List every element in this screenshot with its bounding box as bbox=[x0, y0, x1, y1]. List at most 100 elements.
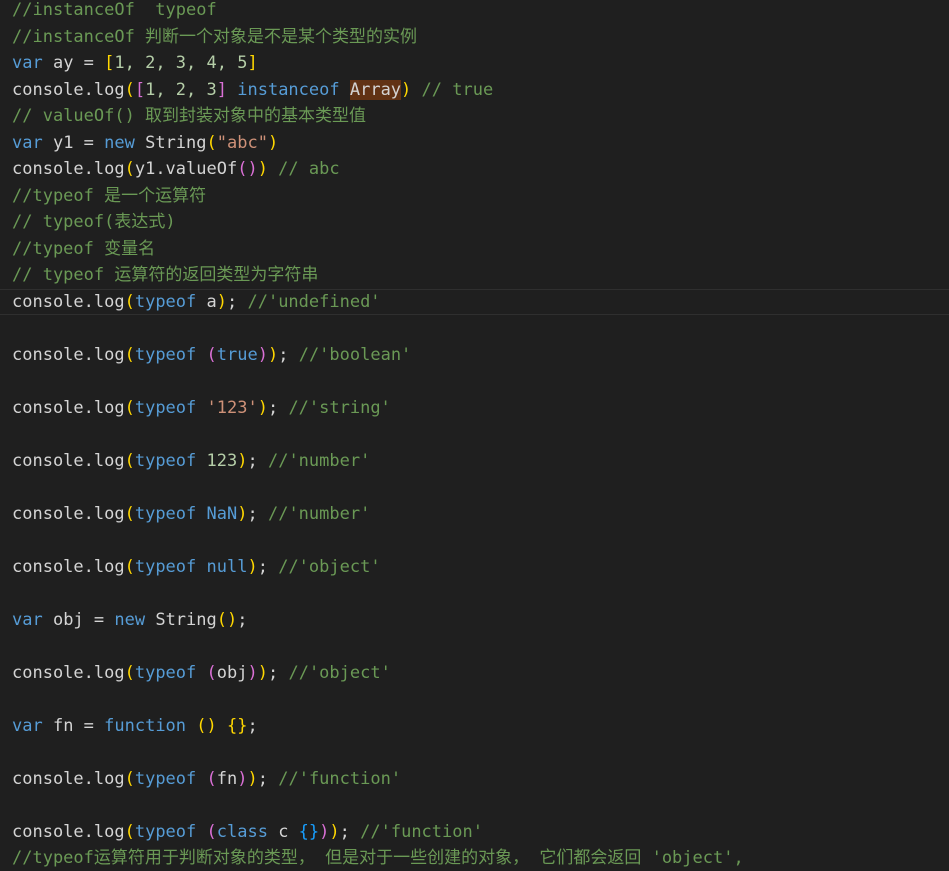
code-line[interactable]: console.log(typeof NaN); //'number' bbox=[12, 501, 370, 527]
code-line[interactable]: console.log(typeof (fn)); //'function' bbox=[12, 766, 401, 792]
code-token: ( bbox=[124, 450, 135, 471]
code-token: String bbox=[145, 609, 217, 630]
code-token: var bbox=[12, 609, 43, 630]
code-token: typeof bbox=[134, 662, 197, 683]
code-line[interactable]: //instanceOf 判断一个对象是不是某个类型的实例 bbox=[12, 24, 417, 50]
code-token: console.log bbox=[12, 159, 125, 179]
code-token: ( bbox=[124, 503, 135, 524]
code-token: () bbox=[196, 715, 217, 736]
code-token: c bbox=[267, 821, 299, 842]
code-token: //typeof 变量名 bbox=[12, 238, 156, 259]
code-token: obj bbox=[216, 662, 248, 683]
code-token: [ bbox=[134, 79, 146, 100]
code-line[interactable]: //typeof运算符用于判断对象的类型， 但是对于一些创建的对象， 它们都会返… bbox=[12, 845, 744, 871]
code-token: ) bbox=[267, 344, 279, 365]
code-token: ( bbox=[124, 344, 135, 365]
code-token: fn = bbox=[42, 715, 105, 736]
code-token: //'number' bbox=[267, 450, 371, 471]
code-line[interactable]: console.log(typeof '123'); //'string' bbox=[12, 395, 391, 421]
code-token: ( bbox=[124, 556, 135, 577]
code-token: // true bbox=[411, 79, 494, 100]
code-token: instanceof bbox=[237, 79, 340, 100]
code-line[interactable]: // typeof 运算符的返回类型为字符串 bbox=[12, 262, 318, 288]
code-token: //instanceOf typeof bbox=[12, 0, 217, 20]
code-token: console.log bbox=[12, 79, 125, 100]
code-token: //instanceOf 判断一个对象是不是某个类型的实例 bbox=[12, 26, 418, 47]
code-line[interactable]: //instanceOf typeof bbox=[12, 0, 217, 23]
code-line[interactable]: console.log(y1.valueOf()) // abc bbox=[12, 156, 340, 182]
code-token: console.log bbox=[12, 397, 125, 418]
code-token: ; bbox=[267, 662, 289, 683]
code-token: ] bbox=[216, 79, 227, 100]
code-token: console.log bbox=[12, 291, 125, 312]
code-line[interactable]: console.log(typeof (class c {})); //'fun… bbox=[12, 819, 483, 845]
code-token: console.log bbox=[12, 503, 125, 524]
code-token: ( bbox=[206, 821, 217, 842]
code-token: //'object' bbox=[278, 556, 381, 577]
code-line[interactable]: console.log([1, 2, 3] instanceof Array) … bbox=[12, 77, 493, 103]
code-token: typeof bbox=[134, 503, 197, 524]
code-token: typeof bbox=[134, 768, 197, 789]
code-line[interactable]: console.log(typeof null); //'object' bbox=[12, 554, 381, 580]
code-token: //typeof 是一个运算符 bbox=[12, 185, 207, 206]
code-token: new bbox=[114, 609, 146, 630]
code-token: console.log bbox=[12, 450, 125, 471]
code-line[interactable]: var y1 = new String("abc") bbox=[12, 130, 278, 156]
code-token: ) bbox=[401, 79, 412, 100]
code-token: //typeof运算符用于判断对象的类型， 但是对于一些创建的对象， 它们都会返… bbox=[12, 848, 744, 868]
code-token: function bbox=[104, 715, 187, 736]
code-token: // typeof 运算符的返回类型为字符串 bbox=[12, 265, 319, 285]
code-token: typeof bbox=[134, 450, 197, 471]
code-token: ; bbox=[257, 556, 279, 577]
code-token: ; bbox=[247, 715, 258, 736]
code-line[interactable]: var fn = function () {}; bbox=[12, 713, 258, 739]
code-token: typeof bbox=[134, 556, 197, 577]
code-token: ; bbox=[278, 344, 299, 365]
code-token: // abc bbox=[267, 159, 340, 179]
code-token: ; bbox=[339, 821, 361, 842]
code-line[interactable]: //typeof 是一个运算符 bbox=[12, 183, 206, 209]
code-token: console.log bbox=[12, 556, 125, 577]
code-token: ; bbox=[267, 397, 289, 418]
code-line[interactable]: var ay = [1, 2, 3, 4, 5] bbox=[12, 50, 258, 76]
code-token: () bbox=[237, 159, 258, 179]
code-editor[interactable]: //instanceOf typeof //instanceOf 判断一个对象是不… bbox=[0, 0, 949, 869]
code-token: typeof bbox=[134, 821, 197, 842]
code-token: fn bbox=[216, 768, 238, 789]
code-line[interactable]: console.log(typeof 123); //'number' bbox=[12, 448, 370, 474]
code-token: typeof bbox=[134, 397, 197, 418]
code-line[interactable]: //typeof 变量名 bbox=[12, 236, 155, 262]
code-token: y1 = bbox=[42, 132, 105, 153]
code-line[interactable]: console.log(typeof (true)); //'boolean' bbox=[12, 342, 411, 368]
code-token: ) bbox=[247, 768, 258, 789]
code-token: ) bbox=[247, 662, 258, 683]
code-token: //'boolean' bbox=[298, 344, 412, 365]
code-token: ) bbox=[257, 397, 268, 418]
code-token: //'function' bbox=[360, 821, 483, 842]
code-token: ( bbox=[124, 79, 135, 100]
code-token: 1, 2, 3 bbox=[145, 79, 217, 100]
code-token: {} bbox=[227, 715, 248, 736]
code-line[interactable]: // valueOf() 取到封装对象中的基本类型值 bbox=[12, 103, 366, 129]
code-token: ( bbox=[206, 132, 217, 153]
code-token: ( bbox=[124, 159, 135, 179]
code-token: typeof bbox=[134, 291, 197, 312]
code-token: console.log bbox=[12, 344, 125, 365]
code-line[interactable]: console.log(typeof a); //'undefined' bbox=[12, 289, 381, 315]
code-token: ) bbox=[216, 291, 227, 312]
code-line[interactable]: var obj = new String(); bbox=[12, 607, 247, 633]
code-token: obj = bbox=[42, 609, 115, 630]
code-token: // typeof(表达式) bbox=[12, 212, 176, 232]
code-token: ( bbox=[124, 768, 135, 789]
code-token: console.log bbox=[12, 768, 125, 789]
code-line[interactable]: // typeof(表达式) bbox=[12, 209, 176, 235]
code-token: ) bbox=[319, 821, 330, 842]
code-line[interactable]: console.log(typeof (obj)); //'object' bbox=[12, 660, 391, 686]
